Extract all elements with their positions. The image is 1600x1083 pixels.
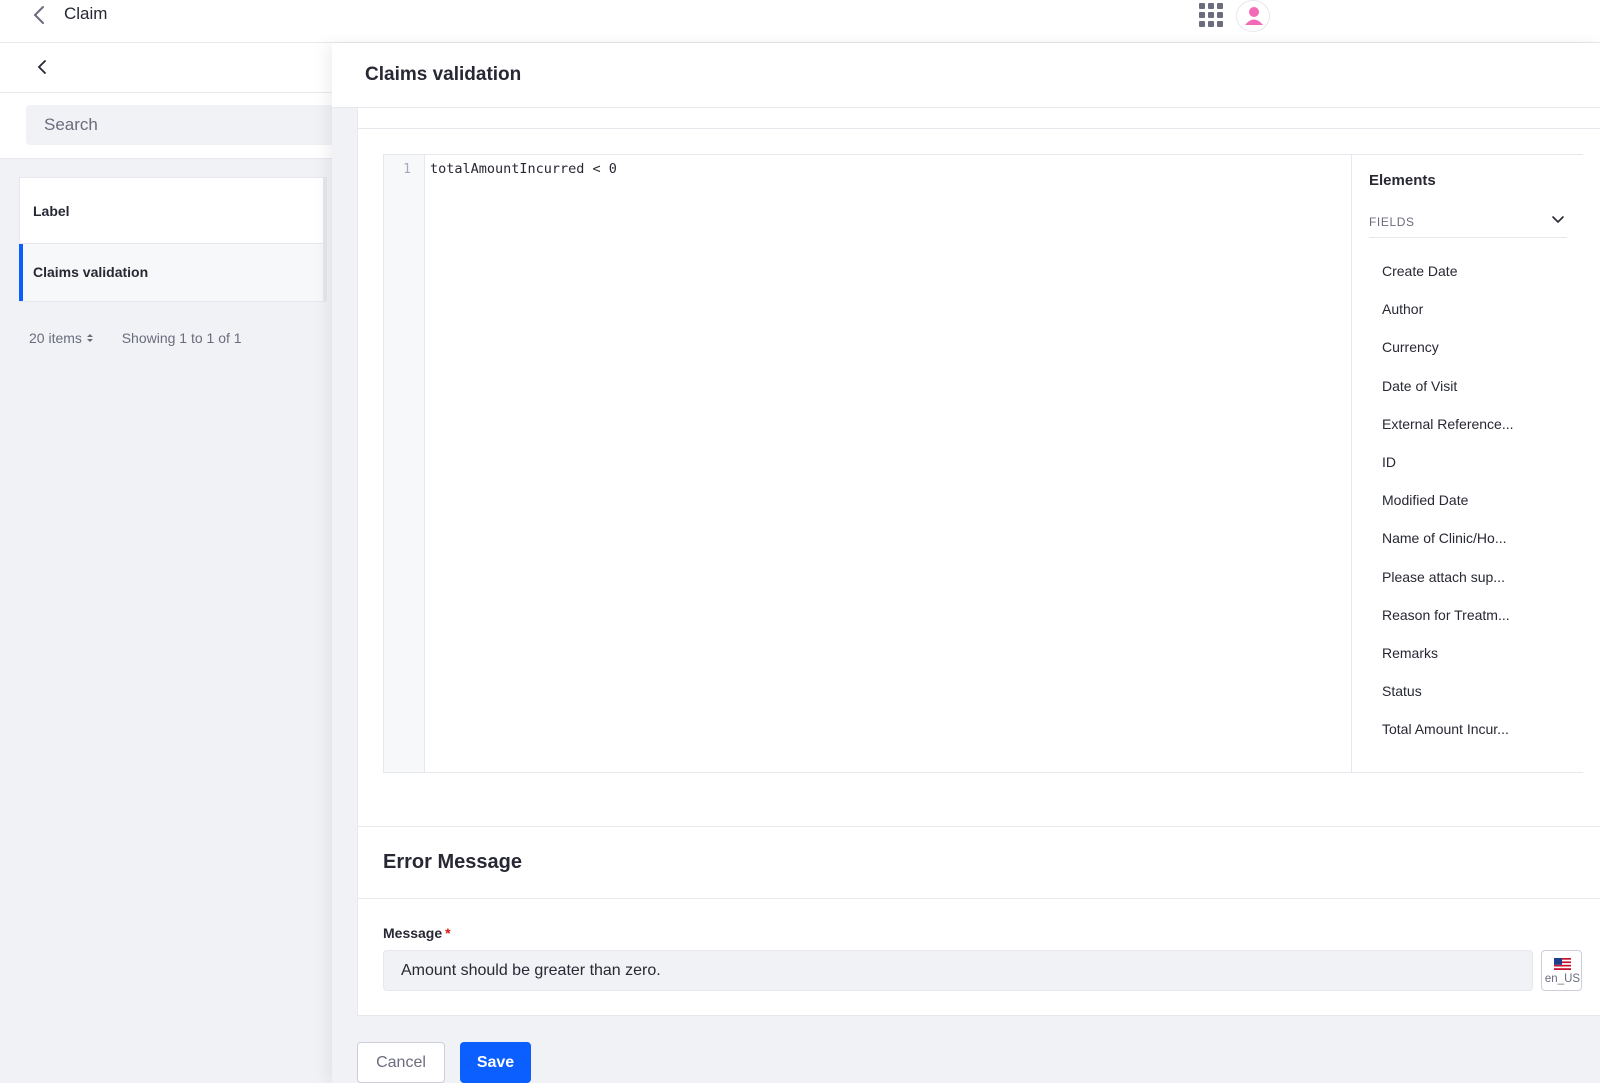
field-item[interactable]: Author: [1382, 301, 1514, 339]
elements-sidebar: Elements FIELDS Create Date Author Curre…: [1351, 155, 1583, 772]
error-message-card: Error Message Message* en_US: [357, 826, 1600, 1016]
fields-list: Create Date Author Currency Date of Visi…: [1382, 263, 1514, 759]
fields-section-label: FIELDS: [1369, 215, 1415, 229]
field-item[interactable]: Date of Visit: [1382, 378, 1514, 416]
us-flag-icon: [1554, 958, 1571, 970]
sub-header-bar: [0, 43, 332, 93]
field-item[interactable]: Please attach sup...: [1382, 569, 1514, 607]
field-item[interactable]: Reason for Treatm...: [1382, 607, 1514, 645]
field-item[interactable]: Create Date: [1382, 263, 1514, 301]
pagination-results-text: Showing 1 to 1 of 1: [121, 330, 242, 346]
field-item[interactable]: Currency: [1382, 339, 1514, 377]
locale-selector-button[interactable]: en_US: [1541, 950, 1582, 991]
field-item[interactable]: ID: [1382, 454, 1514, 492]
column-header-label[interactable]: Label: [20, 178, 323, 244]
field-item[interactable]: Name of Clinic/Ho...: [1382, 530, 1514, 568]
user-avatar[interactable]: [1236, 0, 1270, 32]
table-row[interactable]: Claims validation: [19, 244, 323, 301]
object-validations-list-pane: Label Claims validation 20 items Showing…: [0, 43, 332, 1083]
fields-collapse-toggle[interactable]: FIELDS: [1369, 210, 1567, 238]
locale-label: en_US: [1544, 973, 1581, 985]
items-per-page-select[interactable]: 20 items: [29, 330, 94, 346]
message-field[interactable]: [383, 950, 1533, 991]
items-per-page-label: 20 items: [29, 330, 82, 346]
line-number: 1: [403, 162, 411, 177]
required-asterisk: *: [445, 925, 451, 941]
chevron-down-icon: [1552, 216, 1564, 224]
top-navigation-bar: Claim: [0, 0, 1600, 43]
expression-editor: 1 totalAmountIncurred < 0 Elements FIELD…: [383, 154, 1583, 773]
field-item[interactable]: Modified Date: [1382, 492, 1514, 530]
field-item[interactable]: Remarks: [1382, 645, 1514, 683]
message-label: Message *: [383, 925, 451, 941]
back-chevron-icon[interactable]: [34, 57, 50, 77]
save-button[interactable]: Save: [460, 1042, 531, 1083]
field-item[interactable]: Total Amount Incur...: [1382, 721, 1514, 759]
panel-title: Claims validation: [365, 64, 522, 85]
app-title: Claim: [64, 4, 108, 23]
error-message-header: Error Message: [358, 827, 1600, 899]
divider: [358, 128, 1600, 129]
validations-table: Label Claims validation: [19, 177, 327, 302]
sort-caret-icon: [86, 334, 93, 342]
pagination-bar: 20 items Showing 1 to 1 of 1: [29, 330, 242, 346]
error-message-title: Error Message: [383, 851, 522, 873]
elements-title: Elements: [1369, 172, 1436, 189]
line-number-gutter: 1: [384, 155, 425, 772]
panel-header: Claims validation: [332, 43, 1600, 108]
search-input[interactable]: [26, 105, 332, 145]
field-item[interactable]: External Reference...: [1382, 416, 1514, 454]
cancel-button[interactable]: Cancel: [357, 1042, 445, 1083]
code-input[interactable]: totalAmountIncurred < 0: [430, 161, 617, 177]
field-item[interactable]: Status: [1382, 683, 1514, 721]
apps-grid-icon[interactable]: [1199, 3, 1223, 27]
user-avatar-icon: [1245, 7, 1263, 25]
search-bar: [0, 93, 332, 159]
message-label-text: Message: [383, 925, 443, 941]
edit-validation-side-panel: Claims validation 1 totalAmountIncurred …: [332, 43, 1600, 1083]
back-chevron-icon[interactable]: [30, 4, 50, 26]
conditions-card: 1 totalAmountIncurred < 0 Elements FIELD…: [357, 108, 1600, 842]
